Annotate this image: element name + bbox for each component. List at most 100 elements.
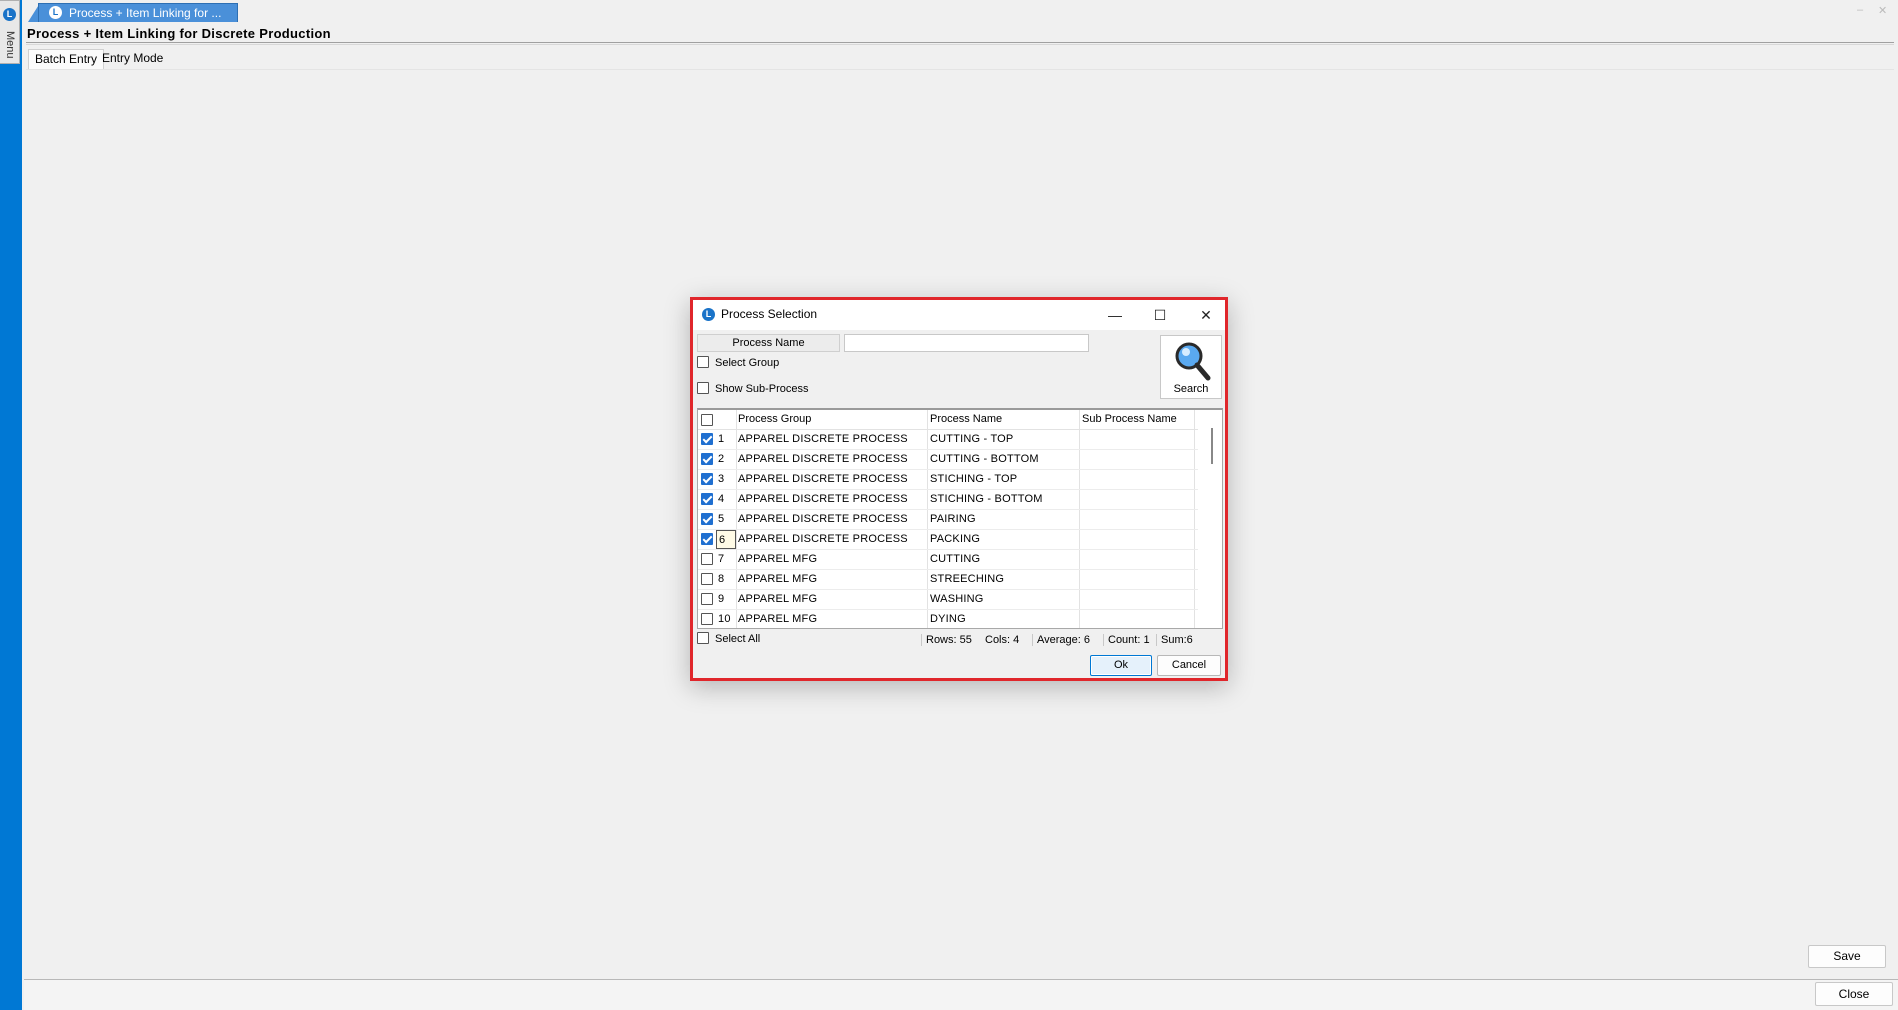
process-selection-dialog: L Process Selection — ☐ ✕ Process Name S… [690,297,1228,681]
side-menu-strip [0,0,22,1010]
summary-rows: Rows: 55 [921,634,972,646]
page-title: Process + Item Linking for Discrete Prod… [27,26,331,41]
ok-button[interactable]: Ok [1090,655,1152,676]
cell-process-name[interactable]: PACKING [930,533,980,545]
cell-process-group[interactable]: APPAREL DISCRETE PROCESS [738,453,908,465]
row-number: 10 [718,613,731,625]
table-row[interactable]: 10 APPAREL MFG DYING [698,610,1198,628]
row-checkbox[interactable] [701,493,713,505]
row-number: 2 [718,453,725,465]
close-button[interactable]: Close [1815,982,1893,1006]
cell-process-group[interactable]: APPAREL DISCRETE PROCESS [738,513,908,525]
summary-sum: Sum:6 [1156,634,1193,646]
cell-process-group[interactable]: APPAREL DISCRETE PROCESS [738,533,908,545]
title-divider [26,42,1894,45]
select-group-checkbox[interactable]: Select Group [697,356,779,370]
dialog-logo-icon: L [702,308,715,321]
table-row[interactable]: 6 APPAREL DISCRETE PROCESS PACKING [698,530,1198,550]
summary-cols: Cols: 4 [985,634,1020,646]
table-row[interactable]: 3 APPAREL DISCRETE PROCESS STICHING - TOP [698,470,1198,490]
cell-process-name[interactable]: PAIRING [930,513,976,525]
cell-process-name[interactable]: STREECHING [930,573,1004,585]
cell-process-group[interactable]: APPAREL DISCRETE PROCESS [738,493,908,505]
cell-process-name[interactable]: CUTTING [930,553,980,565]
cancel-button[interactable]: Cancel [1157,655,1221,676]
maximize-icon[interactable]: ☐ [1150,305,1170,325]
row-number: 1 [718,433,725,445]
checkbox-icon[interactable] [697,632,709,644]
row-checkbox[interactable] [701,513,713,525]
select-group-label: Select Group [715,357,780,369]
show-subprocess-label: Show Sub-Process [715,383,809,395]
tab-batch-entry[interactable]: Batch Entry [28,49,105,69]
row-checkbox[interactable] [701,553,713,565]
cell-process-name[interactable]: STICHING - TOP [930,473,1017,485]
row-checkbox[interactable] [701,473,713,485]
side-menu-button[interactable]: L Menu [0,0,20,64]
cell-process-name[interactable]: DYING [930,613,966,625]
document-tab[interactable]: Process + Item Linking for ... [38,3,238,22]
row-checkbox[interactable] [701,453,713,465]
header-checkbox[interactable] [701,414,713,426]
scroll-thumb[interactable] [1211,428,1213,464]
cell-process-name[interactable]: CUTTING - TOP [930,433,1013,445]
close-icon[interactable]: ✕ [1196,305,1216,325]
search-label: Search [1173,383,1209,395]
row-checkbox[interactable] [701,593,713,605]
col-process-group[interactable]: Process Group [738,413,811,425]
table-row[interactable]: 9 APPAREL MFG WASHING [698,590,1198,610]
summary-count: Count: 1 [1103,634,1150,646]
show-subprocess-checkbox[interactable]: Show Sub-Process [697,382,809,396]
process-grid: Process Group Process Name Sub Process N… [697,408,1223,629]
cell-process-group[interactable]: APPAREL MFG [738,573,817,585]
cell-process-group[interactable]: APPAREL MFG [738,613,817,625]
app-minimize-icon[interactable]: – [1857,4,1863,16]
table-row[interactable]: 7 APPAREL MFG CUTTING [698,550,1198,570]
grid-scrollbar[interactable] [1203,410,1220,628]
process-name-label: Process Name [697,334,840,352]
row-number: 5 [718,513,725,525]
row-number: 7 [718,553,725,565]
cell-process-name[interactable]: CUTTING - BOTTOM [930,453,1039,465]
row-checkbox[interactable] [701,533,713,545]
cell-process-group[interactable]: APPAREL MFG [738,593,817,605]
grid-header: Process Group Process Name Sub Process N… [698,410,1198,430]
select-all-checkbox[interactable]: Select All [697,632,760,645]
table-row[interactable]: 8 APPAREL MFG STREECHING [698,570,1198,590]
select-all-label: Select All [715,633,761,645]
row-number: 8 [718,573,725,585]
tab-entry-mode[interactable]: Entry Mode [96,49,169,69]
checkbox-icon[interactable] [697,382,709,394]
dialog-title: Process Selection [721,307,818,321]
search-button[interactable]: Search [1160,335,1222,399]
row-checkbox[interactable] [701,433,713,445]
minimize-icon[interactable]: — [1105,305,1125,325]
cell-process-group[interactable]: APPAREL DISCRETE PROCESS [738,473,908,485]
app-logo-icon: L [3,8,16,21]
row-number: 4 [718,493,725,505]
table-row[interactable]: 4 APPAREL DISCRETE PROCESS STICHING - BOTT… [698,490,1198,510]
checkbox-icon[interactable] [697,356,709,368]
table-row[interactable]: 1 APPAREL DISCRETE PROCESS CUTTING - TOP [698,430,1198,450]
side-menu-label: Menu [4,31,16,59]
app-close-icon[interactable]: ✕ [1878,4,1887,17]
status-bar [24,979,1898,1010]
row-number: 9 [718,593,725,605]
row-checkbox[interactable] [701,613,713,625]
cell-process-group[interactable]: APPAREL MFG [738,553,817,565]
save-button[interactable]: Save [1808,945,1886,968]
cell-process-group[interactable]: APPAREL DISCRETE PROCESS [738,433,908,445]
process-name-input[interactable] [844,334,1089,352]
row-number: 6 [716,530,736,549]
cell-process-name[interactable]: STICHING - BOTTOM [930,493,1043,505]
row-number: 3 [718,473,725,485]
row-checkbox[interactable] [701,573,713,585]
col-sub-process-name[interactable]: Sub Process Name [1082,413,1177,425]
summary-average: Average: 6 [1032,634,1090,646]
magnifier-icon [1175,342,1211,381]
table-row[interactable]: 2 APPAREL DISCRETE PROCESS CUTTING - BOTTO… [698,450,1198,470]
cell-process-name[interactable]: WASHING [930,593,984,605]
col-process-name[interactable]: Process Name [930,413,1002,425]
dialog-titlebar[interactable]: L Process Selection — ☐ ✕ [693,300,1225,330]
table-row[interactable]: 5 APPAREL DISCRETE PROCESS PAIRING [698,510,1198,530]
